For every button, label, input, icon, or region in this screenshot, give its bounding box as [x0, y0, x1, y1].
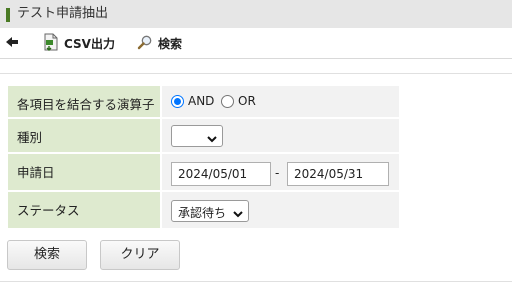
operator-and-radio[interactable]: AND	[171, 94, 214, 108]
title-marker	[6, 8, 10, 22]
status-label: ステータス	[8, 192, 160, 228]
status-select[interactable]: 承認待ち	[171, 200, 249, 222]
form-row-operator: 各項目を結合する演算子 AND OR	[8, 86, 399, 117]
operator-or-label: OR	[238, 94, 256, 108]
kind-label: 種別	[8, 119, 160, 152]
csv-export-label: CSV出力	[64, 36, 115, 51]
form-row-status: ステータス 承認待ち	[8, 192, 399, 228]
toolbar-search-button[interactable]: 検索	[137, 33, 182, 53]
toolbar-search-label: 検索	[158, 36, 183, 51]
toolbar: CSV出力 検索	[0, 28, 512, 59]
apply-date-label: 申請日	[8, 154, 160, 190]
date-range-separator: -	[275, 166, 280, 180]
radio-unchecked-icon[interactable]	[221, 94, 234, 108]
radio-checked-icon[interactable]	[171, 94, 184, 108]
chevron-down-icon	[207, 132, 217, 143]
status-select-value: 承認待ち	[178, 206, 227, 220]
chevron-down-icon	[233, 207, 243, 218]
clear-button[interactable]: クリア	[100, 240, 180, 270]
form-row-apply-date: 申請日 2024/05/01 - 2024/05/31	[8, 154, 399, 190]
csv-export-button[interactable]: CSV出力	[43, 33, 115, 53]
divider	[0, 73, 512, 74]
apply-date-to-input[interactable]: 2024/05/31	[287, 162, 389, 186]
apply-date-from-input[interactable]: 2024/05/01	[171, 162, 271, 186]
kind-value-cell	[162, 119, 399, 152]
magnifier-icon	[137, 34, 153, 53]
back-arrow-icon[interactable]	[4, 34, 20, 50]
operator-and-label: AND	[188, 94, 215, 108]
kind-select[interactable]	[171, 125, 223, 147]
operator-or-radio[interactable]: OR	[221, 94, 256, 108]
operator-label: 各項目を結合する演算子	[8, 86, 160, 117]
apply-date-value-cell: 2024/05/01 - 2024/05/31	[162, 154, 399, 190]
status-value-cell: 承認待ち	[162, 192, 399, 228]
page-title: テスト申請抽出	[17, 6, 109, 21]
operator-value-cell: AND OR	[162, 86, 399, 117]
csv-file-icon	[43, 33, 59, 54]
title-bar: テスト申請抽出	[0, 0, 512, 28]
form-row-kind: 種別	[8, 119, 399, 152]
search-button[interactable]: 検索	[7, 240, 87, 270]
bottom-divider	[0, 281, 512, 282]
